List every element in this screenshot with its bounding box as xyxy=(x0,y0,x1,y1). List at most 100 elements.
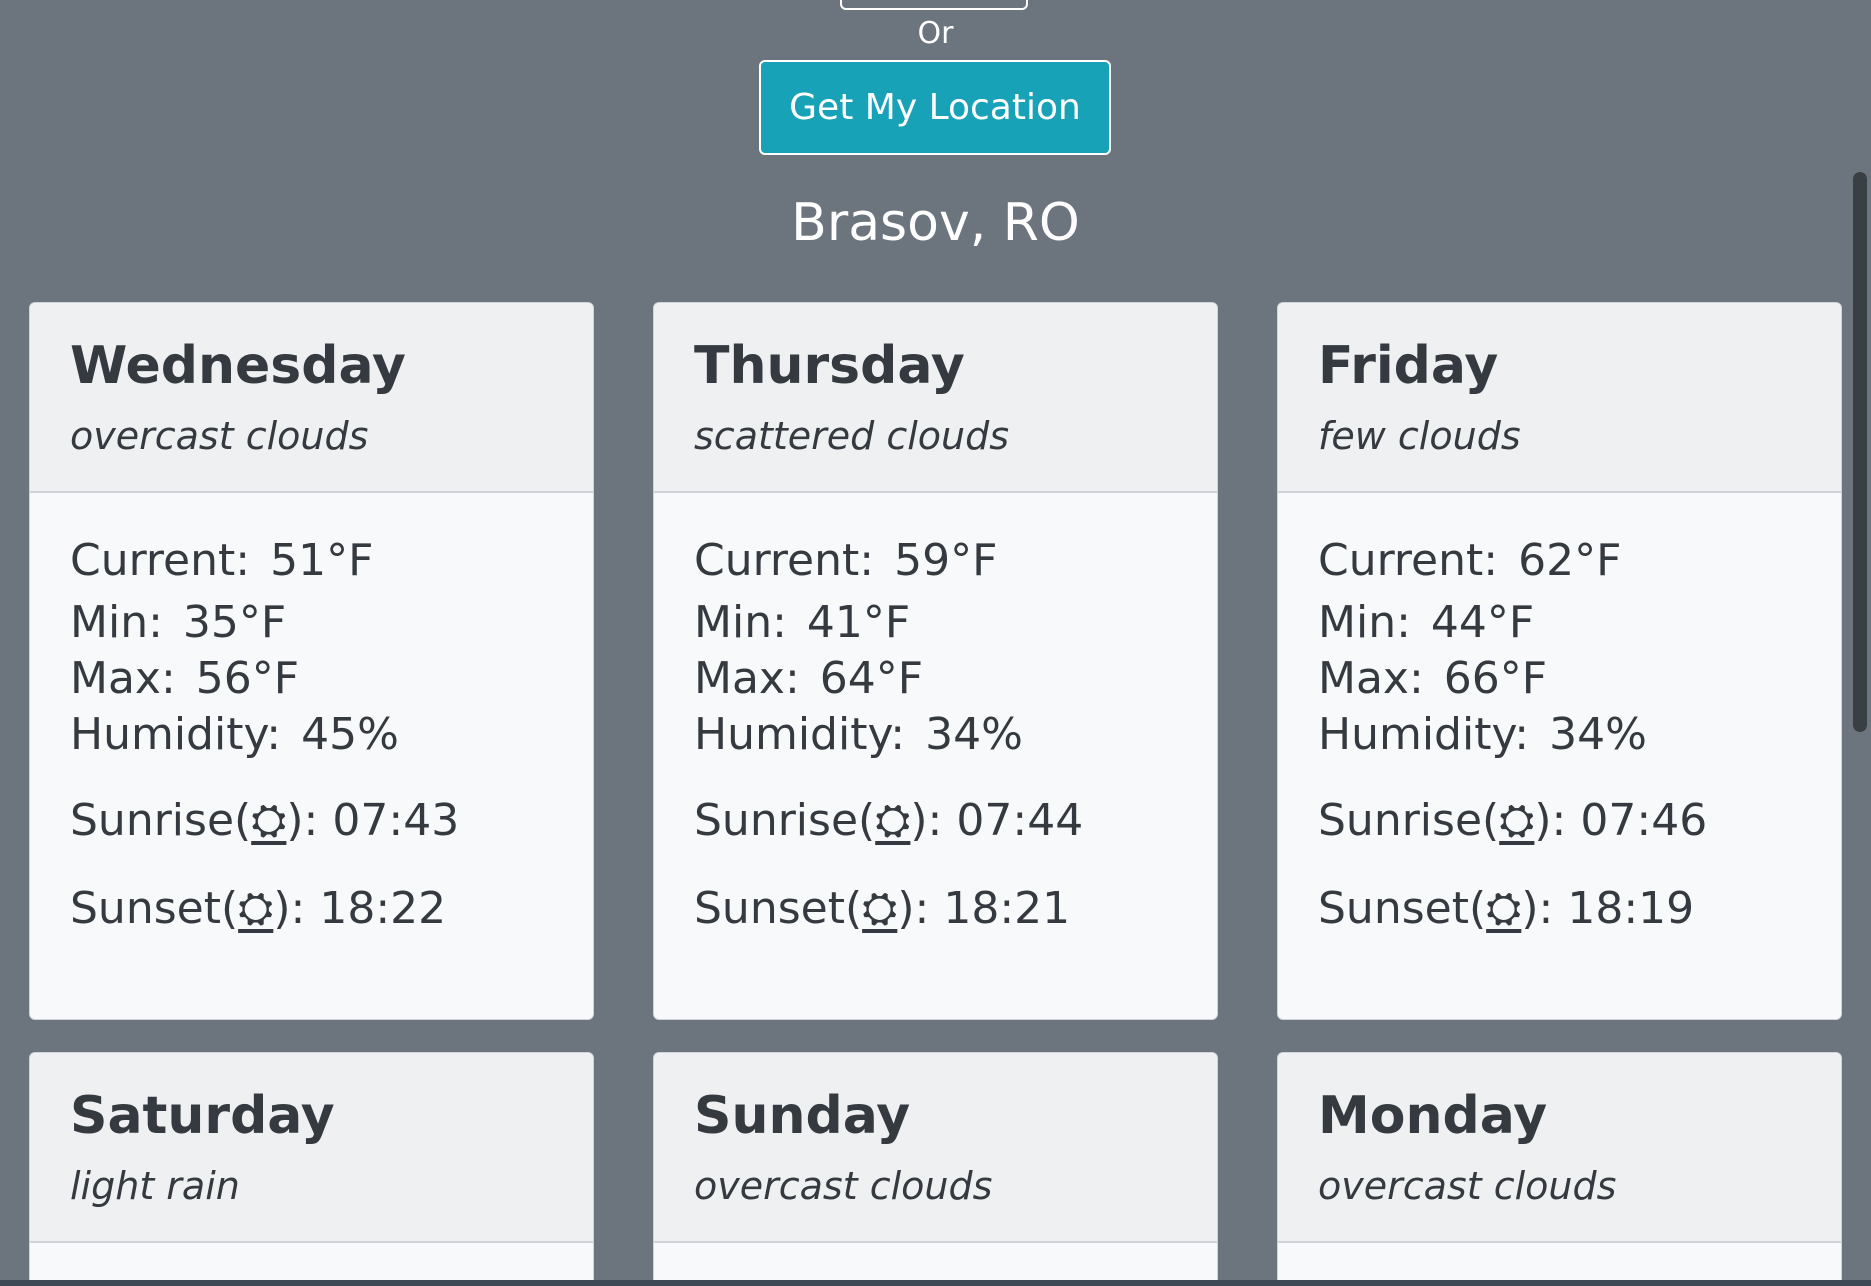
sunrise-icon: ⛭ xyxy=(251,795,287,846)
weather-description: overcast clouds xyxy=(694,1164,993,1208)
min-temp-value: 41°F xyxy=(806,597,911,648)
min-label: Min: xyxy=(70,597,163,648)
current-temp-line: Current: 51°F xyxy=(70,533,553,589)
day-name: Sunday xyxy=(694,1086,911,1146)
card-body: Current: 62°F Min: 44°F Max: 66°F Humidity:… xyxy=(1278,493,1841,939)
max-temp-line: Max: 56°F xyxy=(70,651,553,707)
humidity-line: Humidity: 45% xyxy=(70,707,553,763)
window-bottom-edge xyxy=(0,1280,1871,1286)
max-temp-value: 56°F xyxy=(195,653,300,704)
sunrise-label: Sunrise( xyxy=(1318,795,1500,846)
sunrise-line: Sunrise(⛭): 07:46 xyxy=(1318,791,1801,851)
card-header: Wednesday overcast clouds xyxy=(30,303,593,493)
humidity-label: Humidity: xyxy=(70,709,282,760)
sunrise-line: Sunrise(⛭): 07:44 xyxy=(694,791,1177,851)
sunset-line: Sunset(⛭): 18:22 xyxy=(70,879,553,939)
weather-description: overcast clouds xyxy=(1318,1164,1617,1208)
sunset-time: 18:21 xyxy=(943,883,1071,934)
or-separator: Or xyxy=(917,16,954,51)
humidity-line: Humidity: 34% xyxy=(1318,707,1801,763)
sunrise-line: Sunrise(⛭): 07:43 xyxy=(70,791,553,851)
close-paren: ): xyxy=(286,795,319,846)
close-paren: ): xyxy=(273,883,306,934)
sunrise-time: 07:46 xyxy=(1580,795,1708,846)
forecast-card-sunday: Sunday overcast clouds xyxy=(653,1052,1218,1286)
day-name: Saturday xyxy=(70,1086,335,1146)
close-paren: ): xyxy=(1521,883,1554,934)
min-temp-line: Min: 41°F xyxy=(694,595,1177,651)
current-temp-line: Current: 62°F xyxy=(1318,533,1801,589)
min-temp-line: Min: 35°F xyxy=(70,595,553,651)
sunset-icon: ⛭ xyxy=(238,883,274,934)
sunset-line: Sunset(⛭): 18:19 xyxy=(1318,879,1801,939)
forecast-card-friday: Friday few clouds Current: 62°F Min: 44°F … xyxy=(1277,302,1842,1020)
sunrise-label: Sunrise( xyxy=(694,795,876,846)
weather-description: overcast clouds xyxy=(70,414,369,458)
forecast-card-thursday: Thursday scattered clouds Current: 59°F M… xyxy=(653,302,1218,1020)
max-label: Max: xyxy=(70,653,176,704)
day-name: Monday xyxy=(1318,1086,1548,1146)
sunrise-icon: ⛭ xyxy=(1499,795,1535,846)
sunrise-time: 07:44 xyxy=(956,795,1084,846)
current-label: Current: xyxy=(1318,535,1499,586)
close-paren: ): xyxy=(897,883,930,934)
sunset-label: Sunset( xyxy=(70,883,239,934)
sunrise-icon: ⛭ xyxy=(875,795,911,846)
humidity-value: 34% xyxy=(925,709,1023,760)
card-header: Sunday overcast clouds xyxy=(654,1053,1217,1243)
sunset-time: 18:22 xyxy=(319,883,447,934)
location-title: Brasov, RO xyxy=(791,193,1080,253)
current-label: Current: xyxy=(694,535,875,586)
humidity-label: Humidity: xyxy=(1318,709,1530,760)
sunset-line: Sunset(⛭): 18:21 xyxy=(694,879,1177,939)
forecast-card-wednesday: Wednesday overcast clouds Current: 51°F M… xyxy=(29,302,594,1020)
humidity-label: Humidity: xyxy=(694,709,906,760)
current-temp-value: 51°F xyxy=(270,535,374,586)
min-label: Min: xyxy=(694,597,787,648)
max-temp-line: Max: 66°F xyxy=(1318,651,1801,707)
sunset-icon: ⛭ xyxy=(862,883,898,934)
min-temp-line: Min: 44°F xyxy=(1318,595,1801,651)
current-label: Current: xyxy=(70,535,251,586)
min-label: Min: xyxy=(1318,597,1411,648)
weather-description: few clouds xyxy=(1318,414,1521,458)
max-temp-value: 66°F xyxy=(1443,653,1548,704)
card-header: Friday few clouds xyxy=(1278,303,1841,493)
min-temp-value: 44°F xyxy=(1430,597,1535,648)
sunrise-label: Sunrise( xyxy=(70,795,252,846)
max-label: Max: xyxy=(1318,653,1424,704)
current-temp-value: 62°F xyxy=(1518,535,1622,586)
sunrise-time: 07:43 xyxy=(332,795,460,846)
card-header: Saturday light rain xyxy=(30,1053,593,1243)
card-header: Thursday scattered clouds xyxy=(654,303,1217,493)
humidity-value: 45% xyxy=(301,709,399,760)
sunset-icon: ⛭ xyxy=(1486,883,1522,934)
current-temp-line: Current: 59°F xyxy=(694,533,1177,589)
card-body: Current: 51°F Min: 35°F Max: 56°F Humidity:… xyxy=(30,493,593,939)
weather-description: light rain xyxy=(70,1164,240,1208)
city-search-input[interactable] xyxy=(840,0,1028,10)
max-temp-line: Max: 64°F xyxy=(694,651,1177,707)
day-name: Thursday xyxy=(694,336,965,396)
humidity-line: Humidity: 34% xyxy=(694,707,1177,763)
current-temp-value: 59°F xyxy=(894,535,998,586)
min-temp-value: 35°F xyxy=(182,597,287,648)
scrollbar-thumb[interactable] xyxy=(1853,172,1867,732)
forecast-card-saturday: Saturday light rain xyxy=(29,1052,594,1286)
humidity-value: 34% xyxy=(1549,709,1647,760)
close-paren: ): xyxy=(1534,795,1567,846)
sunset-time: 18:19 xyxy=(1567,883,1695,934)
day-name: Friday xyxy=(1318,336,1499,396)
card-header: Monday overcast clouds xyxy=(1278,1053,1841,1243)
weather-page: Or Get My Location Brasov, RO Wednesday … xyxy=(0,0,1871,1286)
max-temp-value: 64°F xyxy=(819,653,924,704)
forecast-card-monday: Monday overcast clouds xyxy=(1277,1052,1842,1286)
sunset-label: Sunset( xyxy=(1318,883,1487,934)
card-body: Current: 59°F Min: 41°F Max: 64°F Humidity:… xyxy=(654,493,1217,939)
max-label: Max: xyxy=(694,653,800,704)
get-my-location-button[interactable]: Get My Location xyxy=(759,60,1111,155)
day-name: Wednesday xyxy=(70,336,406,396)
close-paren: ): xyxy=(910,795,943,846)
weather-description: scattered clouds xyxy=(694,414,1010,458)
sunset-label: Sunset( xyxy=(694,883,863,934)
